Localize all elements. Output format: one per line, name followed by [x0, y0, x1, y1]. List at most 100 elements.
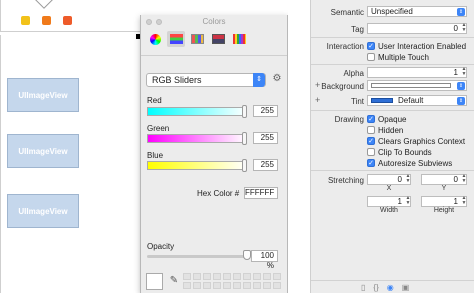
autoresize-subviews-checkbox[interactable]: ✓	[367, 159, 375, 167]
add-tint-variation-button[interactable]: +	[315, 95, 320, 105]
alpha-stepper[interactable]: ▲ ▼	[461, 67, 467, 78]
alpha-field[interactable]: 1	[367, 67, 467, 78]
tag-field[interactable]: 0	[367, 23, 467, 34]
multiple-touch-checkbox[interactable]	[367, 53, 375, 61]
file-template-icon[interactable]: ▯	[361, 283, 365, 292]
tint-value: Default	[398, 96, 424, 105]
swatch-cell[interactable]	[243, 282, 251, 289]
hex-color-field[interactable]: FFFFFF	[244, 187, 278, 199]
image-view-1[interactable]: UIImageView	[7, 78, 79, 112]
slider-type-popup[interactable]: RGB Sliders ⇕	[146, 73, 266, 87]
image-view-label: UIImageView	[18, 206, 68, 216]
tint-color-popup[interactable]: Default ⇕	[367, 95, 467, 106]
first-responder-icon[interactable]	[42, 16, 51, 25]
color-palettes-tab[interactable]	[188, 31, 206, 47]
red-value-field[interactable]: 255	[253, 105, 278, 117]
user-interaction-label: User Interaction Enabled	[378, 42, 467, 51]
chevron-updown-icon: ⇕	[457, 82, 465, 90]
library-tab-bar: ▯ {} ◉ ▣	[311, 280, 474, 293]
image-view-2[interactable]: UIImageView	[7, 134, 79, 168]
tag-stepper[interactable]: ▲ ▼	[461, 23, 467, 34]
user-interaction-checkbox[interactable]: ✓	[367, 42, 375, 50]
tag-label: Tag	[351, 25, 364, 34]
stretch-y-label: Y	[441, 185, 447, 192]
color-sliders-icon	[169, 34, 183, 44]
image-view-3[interactable]: UIImageView	[7, 194, 79, 228]
swatch-cell[interactable]	[253, 273, 261, 280]
swatch-cell[interactable]	[223, 282, 231, 289]
semantic-popup[interactable]: Unspecified ⇕	[367, 6, 467, 17]
color-sliders-tab[interactable]	[167, 31, 185, 47]
red-label: Red	[147, 96, 162, 105]
swatch-cell[interactable]	[183, 273, 191, 280]
green-slider-knob[interactable]	[242, 132, 247, 145]
swatch-cell[interactable]	[213, 273, 221, 280]
stretch-x-label: X	[386, 185, 392, 192]
code-snippet-icon[interactable]: {}	[373, 283, 378, 292]
opacity-slider[interactable]	[147, 250, 251, 260]
hidden-label: Hidden	[378, 126, 404, 135]
swatch-cell[interactable]	[203, 273, 211, 280]
blue-label: Blue	[147, 151, 164, 160]
blue-value-field[interactable]: 255	[253, 159, 278, 171]
swatch-cell[interactable]	[263, 282, 271, 289]
add-background-variation-button[interactable]: +	[315, 80, 320, 90]
clip-to-bounds-checkbox[interactable]	[367, 148, 375, 156]
red-slider-knob[interactable]	[242, 105, 247, 118]
object-library-icon[interactable]: ◉	[387, 283, 394, 292]
exit-icon[interactable]	[63, 16, 72, 25]
clears-graphics-context-checkbox[interactable]: ✓	[367, 137, 375, 145]
stretch-height-stepper[interactable]: ▲ ▼	[461, 196, 467, 207]
image-palettes-tab[interactable]	[209, 31, 227, 47]
minimize-button[interactable]	[156, 19, 162, 25]
image-view-label: UIImageView	[18, 146, 68, 156]
storyboard-canvas[interactable]: UIImageView UIImageView UIImageView	[0, 0, 140, 293]
pencils-icon	[232, 34, 246, 44]
swatch-cell[interactable]	[253, 282, 261, 289]
swatch-cell[interactable]	[183, 282, 191, 289]
color-wheel-tab[interactable]	[146, 31, 164, 47]
swatch-cell[interactable]	[193, 273, 201, 280]
background-color-popup[interactable]: ⇕	[367, 80, 467, 91]
swatch-cell[interactable]	[273, 282, 281, 289]
swatch-cell[interactable]	[223, 273, 231, 280]
swatch-cell[interactable]	[203, 282, 211, 289]
swatch-cell[interactable]	[273, 273, 281, 280]
pencils-tab[interactable]	[230, 31, 248, 47]
swatch-cell[interactable]	[193, 282, 201, 289]
green-value-field[interactable]: 255	[253, 132, 278, 144]
swatch-cell[interactable]	[233, 282, 241, 289]
colors-titlebar[interactable]: Colors	[141, 15, 287, 29]
chevron-updown-icon: ⇕	[457, 97, 465, 105]
stretch-width-label: Width	[380, 207, 398, 214]
blue-slider[interactable]	[147, 159, 247, 172]
tint-color-swatch	[371, 98, 393, 103]
current-color-well[interactable]	[146, 273, 163, 290]
hidden-checkbox[interactable]	[367, 126, 375, 134]
swatch-cell[interactable]	[243, 273, 251, 280]
blue-slider-knob[interactable]	[242, 159, 247, 172]
opacity-value-field[interactable]: 100 %	[251, 250, 278, 270]
stretch-width-stepper[interactable]: ▲ ▼	[405, 196, 411, 207]
eyedropper-icon[interactable]: ✎	[168, 274, 180, 288]
stretch-x-stepper[interactable]: ▲ ▼	[405, 174, 411, 185]
stretch-y-stepper[interactable]: ▲ ▼	[461, 174, 467, 185]
media-library-icon[interactable]: ▣	[402, 283, 410, 292]
stretching-label: Stretching	[327, 176, 364, 185]
opaque-checkbox[interactable]: ✓	[367, 115, 375, 123]
green-slider[interactable]	[147, 132, 247, 145]
gear-icon[interactable]: ⚙	[271, 73, 283, 85]
color-palettes-icon	[190, 34, 204, 44]
chevron-updown-icon: ⇕	[457, 8, 465, 16]
opaque-label: Opaque	[378, 115, 407, 124]
opacity-slider-knob[interactable]	[243, 250, 251, 260]
swatch-cell[interactable]	[233, 273, 241, 280]
view-controller-icon[interactable]	[21, 16, 30, 25]
color-swatch-grid	[183, 273, 281, 289]
swatch-cell[interactable]	[263, 273, 271, 280]
close-button[interactable]	[146, 19, 152, 25]
drawing-label: Drawing	[334, 115, 364, 124]
swatch-cell[interactable]	[213, 282, 221, 289]
red-slider[interactable]	[147, 105, 247, 118]
image-view-label: UIImageView	[18, 90, 68, 100]
